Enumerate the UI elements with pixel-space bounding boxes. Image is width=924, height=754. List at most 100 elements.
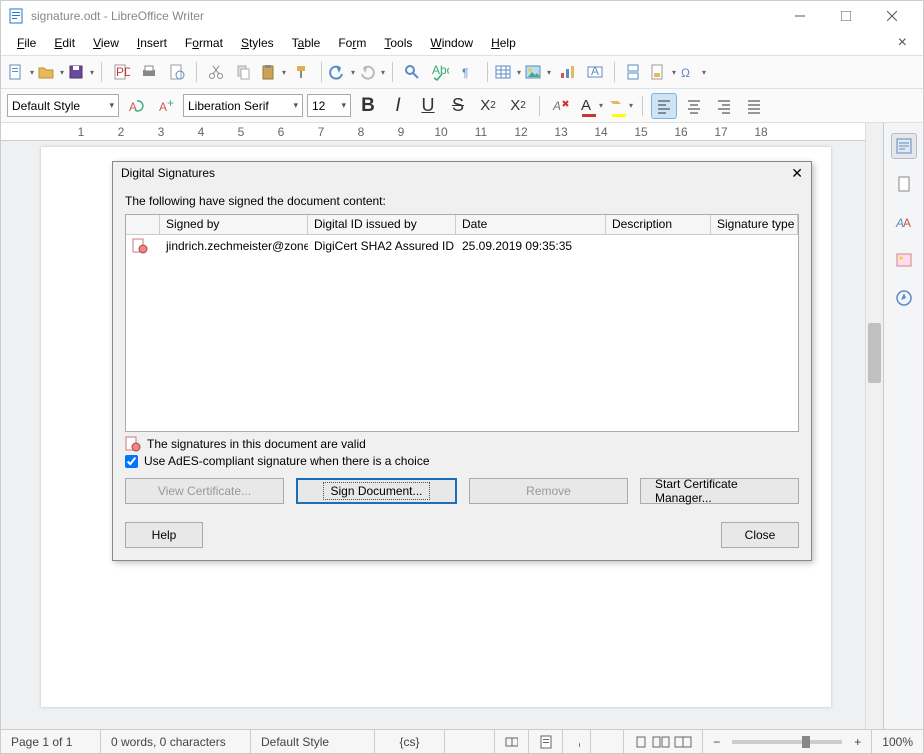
minimize-button[interactable] — [777, 1, 823, 31]
font-size-value: 12 — [312, 99, 325, 113]
font-name-combo[interactable]: Liberation Serif▾ — [183, 94, 303, 117]
menu-styles[interactable]: Styles — [233, 34, 282, 52]
highlight-color-button[interactable]: ▾ — [608, 93, 634, 119]
vertical-scrollbar[interactable] — [865, 123, 883, 729]
sidebar-page-button[interactable] — [891, 171, 917, 197]
status-selection-mode-icon[interactable] — [529, 730, 563, 753]
insert-field-button[interactable] — [649, 59, 677, 85]
zoom-out-button[interactable]: − — [713, 735, 720, 749]
menu-insert[interactable]: Insert — [129, 34, 175, 52]
view-book-icon[interactable] — [674, 735, 692, 749]
sidebar-styles-button[interactable]: AA — [891, 209, 917, 235]
horizontal-ruler[interactable]: 123456789101112131415161718 — [1, 123, 865, 141]
menu-table[interactable]: Table — [284, 34, 329, 52]
insert-textbox-button[interactable]: A — [582, 59, 608, 85]
scrollbar-thumb[interactable] — [868, 323, 881, 383]
table-row[interactable]: jindrich.zechmeister@zone DigiCert SHA2 … — [126, 235, 798, 257]
view-single-icon[interactable] — [634, 735, 648, 749]
menu-edit[interactable]: Edit — [46, 34, 83, 52]
col-signed-by[interactable]: Signed by — [160, 215, 308, 234]
cell-sig-type — [711, 244, 798, 248]
bold-button[interactable]: B — [355, 93, 381, 119]
align-left-button[interactable] — [651, 93, 677, 119]
sidebar-gallery-button[interactable] — [891, 247, 917, 273]
start-cert-manager-button[interactable]: Start Certificate Manager... — [640, 478, 799, 504]
menu-tools[interactable]: Tools — [376, 34, 420, 52]
col-description[interactable]: Description — [606, 215, 711, 234]
ades-checkbox[interactable] — [125, 455, 138, 468]
menu-help[interactable]: Help — [483, 34, 524, 52]
formatting-marks-button[interactable]: ¶ — [455, 59, 481, 85]
menu-format[interactable]: Format — [177, 34, 231, 52]
zoom-in-button[interactable]: + — [854, 735, 861, 749]
paragraph-style-combo[interactable]: Default Style▾ — [7, 94, 119, 117]
new-button[interactable] — [7, 59, 35, 85]
subscript-button[interactable]: X2 — [505, 93, 531, 119]
insert-chart-button[interactable] — [554, 59, 580, 85]
copy-button[interactable] — [231, 59, 257, 85]
save-button[interactable] — [67, 59, 95, 85]
statusbar: Page 1 of 1 0 words, 0 characters Defaul… — [1, 729, 923, 753]
insert-special-char-button[interactable]: Ω — [679, 59, 707, 85]
clear-formatting-button[interactable]: A — [548, 93, 574, 119]
zoom-slider[interactable] — [732, 740, 842, 744]
align-justify-button[interactable] — [741, 93, 767, 119]
status-page[interactable]: Page 1 of 1 — [1, 730, 101, 753]
close-document-button[interactable]: × — [890, 34, 915, 52]
find-replace-button[interactable] — [399, 59, 425, 85]
align-right-button[interactable] — [711, 93, 737, 119]
status-signature-icon[interactable] — [563, 730, 591, 753]
remove-button[interactable]: Remove — [469, 478, 628, 504]
sign-document-button[interactable]: Sign Document... — [296, 478, 457, 504]
clone-formatting-button[interactable] — [289, 59, 315, 85]
italic-button[interactable]: I — [385, 93, 411, 119]
help-button[interactable]: Help — [125, 522, 203, 548]
status-zoom[interactable]: 100% — [872, 730, 923, 753]
menu-view[interactable]: View — [85, 34, 127, 52]
menu-window[interactable]: Window — [422, 34, 481, 52]
font-color-button[interactable]: A▾ — [578, 93, 604, 119]
view-multi-icon[interactable] — [652, 735, 670, 749]
open-button[interactable] — [37, 59, 65, 85]
new-style-button[interactable]: A+ — [153, 93, 179, 119]
svg-text:A: A — [159, 100, 167, 114]
superscript-button[interactable]: X2 — [475, 93, 501, 119]
col-date[interactable]: Date — [456, 215, 606, 234]
status-language[interactable]: {cs} — [375, 730, 445, 753]
maximize-button[interactable] — [823, 1, 869, 31]
menu-form[interactable]: Form — [330, 34, 374, 52]
print-preview-button[interactable] — [164, 59, 190, 85]
view-certificate-button[interactable]: View Certificate... — [125, 478, 284, 504]
status-view-buttons[interactable] — [623, 730, 703, 753]
dialog-close-button[interactable]: ✕ — [791, 165, 803, 182]
col-issued-by[interactable]: Digital ID issued by — [308, 215, 456, 234]
paste-button[interactable] — [259, 59, 287, 85]
sidebar-properties-button[interactable] — [891, 133, 917, 159]
cut-button[interactable] — [203, 59, 229, 85]
strikethrough-button[interactable]: S — [445, 93, 471, 119]
align-center-button[interactable] — [681, 93, 707, 119]
signatures-table[interactable]: Signed by Digital ID issued by Date Desc… — [125, 214, 799, 432]
insert-table-button[interactable] — [494, 59, 522, 85]
cell-issued-by: DigiCert SHA2 Assured ID C — [308, 237, 456, 255]
print-button[interactable] — [136, 59, 162, 85]
col-signature-type[interactable]: Signature type — [711, 215, 798, 234]
export-pdf-button[interactable]: PDF — [108, 59, 134, 85]
font-name-value: Liberation Serif — [188, 99, 269, 113]
menu-file[interactable]: File — [9, 34, 44, 52]
status-insert-mode-icon[interactable] — [495, 730, 529, 753]
redo-button[interactable] — [358, 59, 386, 85]
undo-button[interactable] — [328, 59, 356, 85]
cell-date: 25.09.2019 09:35:35 — [456, 237, 606, 255]
underline-button[interactable]: U — [415, 93, 441, 119]
status-wordcount[interactable]: 0 words, 0 characters — [101, 730, 251, 753]
insert-image-button[interactable] — [524, 59, 552, 85]
spellcheck-button[interactable]: Abc — [427, 59, 453, 85]
close-window-button[interactable] — [869, 1, 915, 31]
font-size-combo[interactable]: 12▾ — [307, 94, 351, 117]
sidebar-navigator-button[interactable] — [891, 285, 917, 311]
status-style[interactable]: Default Style — [251, 730, 375, 753]
update-style-button[interactable]: A — [123, 93, 149, 119]
close-button[interactable]: Close — [721, 522, 799, 548]
insert-pagebreak-button[interactable] — [621, 59, 647, 85]
